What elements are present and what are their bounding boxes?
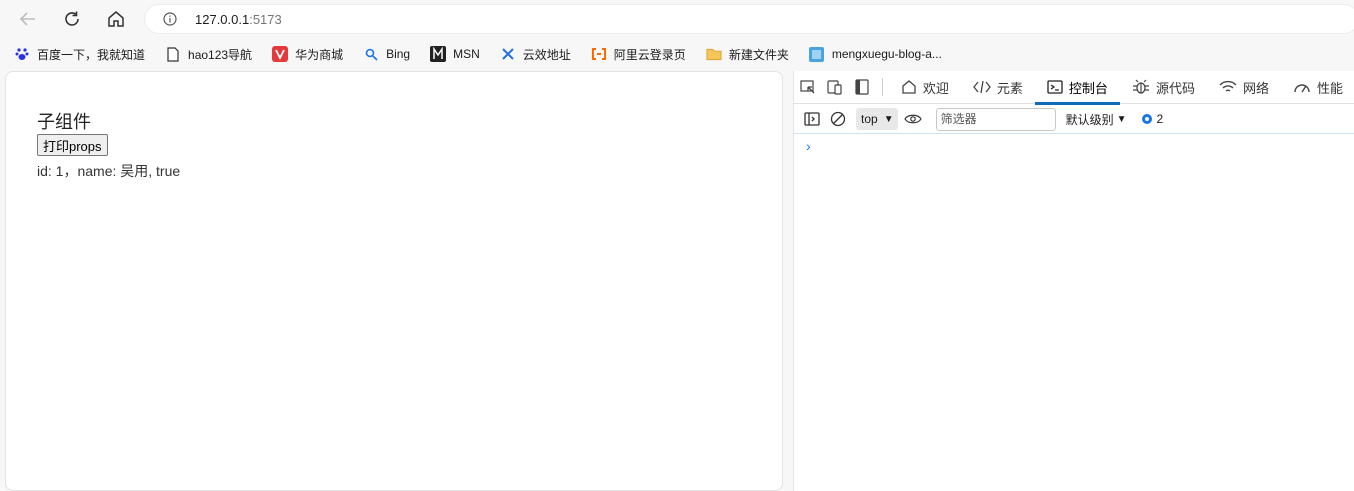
- bug-icon: [1132, 78, 1150, 96]
- message-count: 2: [1156, 112, 1164, 126]
- device-icon: [827, 80, 842, 95]
- msn-icon: [430, 46, 447, 62]
- console-toolbar: top ▼ 默认级别 ▼ 2: [794, 105, 1354, 134]
- bing-search-icon: [363, 46, 379, 62]
- devtools-tab-bar: 欢迎 元素 控制台 源代码 网络 性能: [794, 71, 1354, 105]
- dock-toggle-button[interactable]: [849, 71, 876, 103]
- vmall-icon: [272, 46, 289, 62]
- console-sidebar-button[interactable]: [800, 107, 824, 131]
- console-prompt-icon[interactable]: ›: [806, 138, 811, 154]
- bookmark-label: MSN: [453, 47, 480, 61]
- log-level-dropdown[interactable]: 默认级别 ▼: [1066, 111, 1127, 128]
- tab-sources[interactable]: 源代码: [1120, 71, 1207, 104]
- eye-icon: [903, 114, 922, 124]
- tab-label: 元素: [996, 80, 1023, 96]
- back-button[interactable]: [14, 6, 42, 32]
- bookmark-label: 阿里云登录页: [613, 47, 686, 62]
- bookmark-folder[interactable]: 新建文件夹: [706, 42, 789, 66]
- page-viewport: 子组件 打印props id: 1，name: 吴用, true: [5, 71, 783, 491]
- bookmark-label: 云效地址: [522, 47, 571, 62]
- bookmark-yunxiao[interactable]: 云效地址: [500, 42, 571, 66]
- folder-icon: [706, 46, 722, 62]
- url-text: 127.0.0.1:5173: [195, 12, 282, 27]
- baidu-paw-icon: [14, 46, 30, 62]
- clear-circle-icon: [830, 111, 846, 127]
- tab-network[interactable]: 网络: [1207, 71, 1281, 104]
- bookmark-label: 新建文件夹: [728, 47, 789, 62]
- page-icon: [165, 46, 181, 62]
- chevron-down-icon: ▼: [883, 113, 894, 125]
- bookmark-label: 百度一下，我就知道: [37, 47, 146, 62]
- bookmark-vmall[interactable]: 华为商城: [272, 42, 343, 66]
- bookmark-label: Bing: [386, 47, 411, 61]
- bookmark-mengxuegu-blog[interactable]: mengxuegu-blog-a...: [809, 42, 942, 66]
- console-icon: [1047, 79, 1063, 95]
- clear-console-button[interactable]: [824, 107, 852, 131]
- tab-performance[interactable]: 性能: [1281, 71, 1354, 104]
- bookmark-aliyun[interactable]: 阿里云登录页: [591, 42, 686, 66]
- info-icon: [163, 12, 177, 26]
- sidebar-toggle-icon: [804, 112, 820, 126]
- tab-separator: [882, 78, 883, 96]
- bookmark-bing[interactable]: Bing: [363, 42, 410, 66]
- bookmark-baidu[interactable]: 百度一下，我就知道: [14, 42, 145, 66]
- context-selector[interactable]: top ▼: [856, 108, 898, 130]
- live-expression-button[interactable]: [898, 107, 928, 131]
- message-count-badge[interactable]: 2: [1141, 112, 1164, 126]
- bookmark-label: 华为商城: [295, 47, 344, 62]
- tab-label: 源代码: [1155, 80, 1195, 96]
- home-icon: [901, 79, 917, 95]
- home-button[interactable]: [102, 6, 130, 32]
- bookmark-hao123[interactable]: hao123导航: [165, 42, 252, 66]
- refresh-icon: [65, 11, 79, 26]
- tab-welcome[interactable]: 欢迎: [889, 71, 961, 104]
- aliyun-icon: [591, 46, 607, 62]
- inspect-element-button[interactable]: [794, 71, 821, 103]
- chevron-down-icon: ▼: [1116, 113, 1127, 125]
- devtools-panel: 欢迎 元素 控制台 源代码 网络 性能 top ▼ 筛选器 默认级别 ▼ 2 ›: [793, 71, 1354, 491]
- tab-elements[interactable]: 元素: [961, 71, 1035, 104]
- sidebar-panel-icon: [855, 79, 869, 95]
- bookmark-label: mengxuegu-blog-a...: [831, 47, 942, 61]
- tab-label: 性能: [1316, 80, 1343, 96]
- url-port: :5173: [249, 12, 282, 27]
- tab-console[interactable]: 控制台: [1034, 71, 1120, 105]
- tab-label: 网络: [1242, 80, 1269, 96]
- tab-label: 控制台: [1068, 80, 1108, 96]
- url-host: 127.0.0.1: [195, 12, 250, 27]
- component-heading: 子组件: [37, 112, 91, 132]
- home-icon: [108, 11, 124, 27]
- log-level-label: 默认级别: [1065, 112, 1114, 127]
- bookmark-msn[interactable]: MSN: [430, 42, 480, 66]
- gauge-icon: [1293, 80, 1311, 94]
- arrow-left-icon: [19, 12, 35, 26]
- bookmark-label: hao123导航: [188, 47, 253, 62]
- filter-input[interactable]: [935, 107, 1056, 131]
- tab-label: 欢迎: [922, 80, 949, 96]
- bookmarks-bar: 百度一下，我就知道 hao123导航 华为商城 Bing MSN 云效地址 阿里…: [0, 40, 1354, 68]
- refresh-button[interactable]: [58, 6, 86, 32]
- yunxiao-icon: [500, 46, 516, 62]
- device-emulation-button[interactable]: [821, 71, 848, 103]
- code-icon: [973, 80, 991, 94]
- inspect-icon: [800, 80, 815, 94]
- context-value: top: [861, 112, 878, 126]
- browser-toolbar: 127.0.0.1:5173: [0, 0, 1354, 38]
- blog-favicon-icon: [809, 46, 825, 62]
- props-info-text: id: 1，name: 吴用, true: [37, 163, 181, 179]
- wifi-icon: [1219, 80, 1237, 94]
- print-props-button[interactable]: 打印props: [37, 134, 108, 156]
- address-bar[interactable]: 127.0.0.1:5173: [144, 4, 1354, 34]
- message-bubble-icon: [1141, 114, 1152, 124]
